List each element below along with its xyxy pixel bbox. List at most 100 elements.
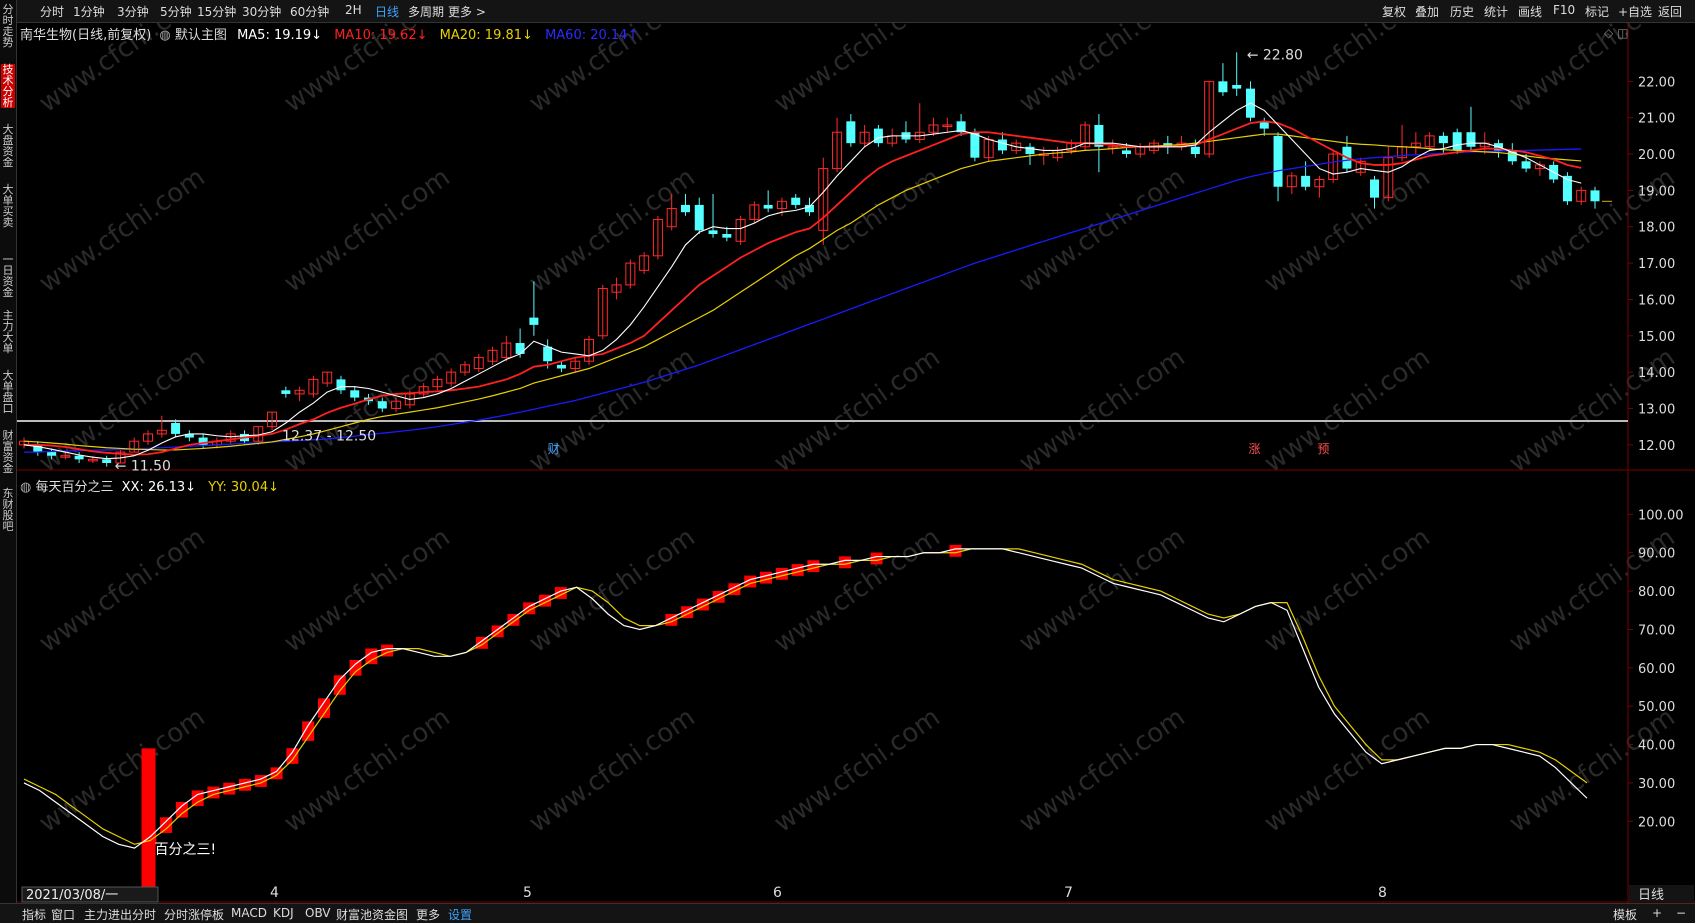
candle-body-down	[336, 379, 346, 391]
period-tab-6[interactable]: 60分钟	[290, 3, 329, 20]
toolbar-button-6[interactable]: 标记	[1585, 3, 1609, 20]
sub-chart-legend: ◍ 每天百分之三 XX: 26.13↓ YY: 30.04↓	[20, 476, 279, 495]
toolbar-button-4[interactable]: 画线	[1518, 3, 1542, 20]
signal-bar	[870, 552, 883, 565]
template-toggle-icon[interactable]: ◍	[159, 28, 170, 43]
price-axis-label: 18.00	[1638, 221, 1675, 236]
xx-value: XX: 26.13↓	[121, 480, 197, 495]
toolbar-button-2[interactable]: 历史	[1450, 3, 1474, 20]
period-tab-2[interactable]: 3分钟	[117, 3, 149, 20]
candle-body-down	[515, 343, 525, 354]
toolbar-button-0[interactable]: 复权	[1382, 3, 1406, 20]
signal-bar	[791, 564, 804, 576]
left-tab-4[interactable]: 一日资金	[1, 254, 15, 298]
indicator-axis-label: 70.00	[1638, 623, 1675, 638]
period-tab-0[interactable]: 分时	[40, 3, 64, 20]
period-tab-5[interactable]: 30分钟	[242, 3, 281, 20]
signal-bar	[949, 544, 962, 557]
left-tab-7[interactable]: 财富资金	[1, 430, 15, 474]
candle-body-down	[791, 197, 801, 205]
toolbar-button-7[interactable]: +自选	[1618, 3, 1652, 20]
event-marker-cai: 财	[548, 442, 560, 456]
price-axis-label: 15.00	[1638, 330, 1675, 345]
candle-body-down	[1232, 84, 1242, 89]
indicator-axis-label: 40.00	[1638, 739, 1675, 754]
main-chart-legend: 南华生物(日线,前复权) ◍ 默认主图 MA5: 19.19↓ MA10: 19…	[20, 24, 638, 43]
maximize-icon[interactable]: ◫	[1617, 26, 1628, 40]
yy-value: YY: 30.04↓	[208, 480, 279, 495]
watermark-text: www.cfchi.com	[1014, 23, 1191, 119]
chart-window-controls: ◇ ◫	[1604, 26, 1628, 40]
left-tab-6[interactable]: 大单盘口	[1, 370, 15, 414]
bottom-right-button-0[interactable]: 模板	[1613, 906, 1637, 923]
candle-body-down	[47, 452, 57, 456]
toolbar-button-8[interactable]: 返回	[1658, 3, 1682, 20]
indicator-axis-label: 60.00	[1638, 662, 1675, 677]
left-tab-5[interactable]: 主力大单	[1, 310, 15, 354]
indicator-tab-8[interactable]: 更多	[416, 906, 440, 923]
bottom-right-button-1[interactable]: +	[1652, 906, 1662, 920]
period-tab-1[interactable]: 1分钟	[73, 3, 105, 20]
signal-bar	[191, 790, 204, 807]
left-tab-3[interactable]: 大单买卖	[1, 184, 15, 228]
signal-bar	[507, 613, 520, 626]
ma10-value: MA10: 19.62↓	[334, 28, 428, 43]
period-tab-7[interactable]: 2H	[345, 3, 362, 17]
indicator-tab-9[interactable]: 设置	[448, 906, 472, 923]
candle-body-down	[873, 128, 883, 144]
candle-body-down	[1452, 132, 1462, 151]
indicator-toggle-icon[interactable]: ◍	[20, 480, 31, 495]
period-tab-4[interactable]: 15分钟	[197, 3, 236, 20]
indicator-tab-7[interactable]: 财富池资金图	[336, 906, 408, 923]
watermark-text: www.cfchi.com	[279, 342, 456, 478]
period-tab-3[interactable]: 5分钟	[160, 3, 192, 20]
watermark-text: www.cfchi.com	[524, 702, 701, 838]
indicator-tab-5[interactable]: KDJ	[273, 906, 294, 920]
indicator-tab-2[interactable]: 主力进出分时	[84, 906, 156, 923]
indicator-title[interactable]: 每天百分之三	[35, 480, 113, 495]
watermark-text: www.cfchi.com	[1259, 162, 1436, 298]
indicator-tab-4[interactable]: MACD	[231, 906, 267, 920]
left-tab-0[interactable]: 分时走势	[1, 4, 15, 48]
indicator-axis-label: 30.00	[1638, 777, 1675, 792]
toolbar-button-5[interactable]: F10	[1553, 3, 1575, 17]
toolbar-button-3[interactable]: 统计	[1484, 3, 1508, 20]
candle-body-down	[846, 121, 856, 144]
candle-body-down	[556, 364, 566, 369]
indicator-tab-3[interactable]: 分时涨停板	[164, 906, 224, 923]
period-tab-8[interactable]: 日线	[375, 3, 399, 20]
month-label: 6	[773, 885, 782, 901]
signal-bar	[807, 560, 820, 573]
candle-body-down	[1301, 175, 1311, 187]
watermark-text: www.cfchi.com	[279, 162, 456, 298]
watermark-text: www.cfchi.com	[769, 23, 946, 119]
chart-canvas[interactable]: www.cfchi.com www.cfchi.com www.cfchi.com w…	[17, 0, 1695, 907]
left-tab-8[interactable]: 东财股吧	[1, 488, 15, 532]
signal-bar	[838, 556, 851, 569]
indicator-tab-6[interactable]: OBV	[305, 906, 331, 920]
month-label: 7	[1064, 885, 1073, 901]
bottom-right-button-2[interactable]: −	[1676, 906, 1686, 920]
watermark-text: www.cfchi.com	[1259, 342, 1436, 478]
template-name[interactable]: 默认主图	[175, 28, 227, 43]
candle-body-down	[680, 204, 690, 213]
diamond-icon[interactable]: ◇	[1604, 26, 1613, 40]
stock-title[interactable]: 南华生物(日线,前复权)	[20, 28, 151, 43]
watermark-text: www.cfchi.com	[34, 702, 211, 838]
candle-body-down	[1273, 135, 1283, 187]
indicator-toolbar: 指标 窗口 主力进出分时 分时涨停板 MACD KDJ OBV 财富池资金图 更多 设置 模板 + −	[0, 903, 1695, 923]
candle-body-down	[694, 204, 704, 231]
watermark-text: www.cfchi.com	[1014, 702, 1191, 838]
price-axis-label: 13.00	[1638, 402, 1675, 417]
candle-body-down	[1218, 81, 1228, 93]
indicator-tab-0[interactable]: 指标	[22, 906, 46, 923]
indicator-tab-1[interactable]: 窗口	[51, 906, 75, 923]
ma60-value: MA60: 20.14↑	[545, 28, 639, 43]
signal-bar	[491, 625, 504, 638]
toolbar-button-1[interactable]: 叠加	[1415, 3, 1439, 20]
period-tab-10[interactable]: 更多 >	[448, 3, 486, 20]
left-tab-1[interactable]: 技术分析	[1, 64, 15, 108]
period-toolbar: 分时 1分钟 3分钟 5分钟 15分钟 30分钟 60分钟 2H 日线 多周期 更多 > 复权 叠加 历史…	[0, 0, 1695, 23]
left-tab-2[interactable]: 大盘资金	[1, 124, 15, 168]
period-tab-9[interactable]: 多周期	[408, 3, 444, 20]
